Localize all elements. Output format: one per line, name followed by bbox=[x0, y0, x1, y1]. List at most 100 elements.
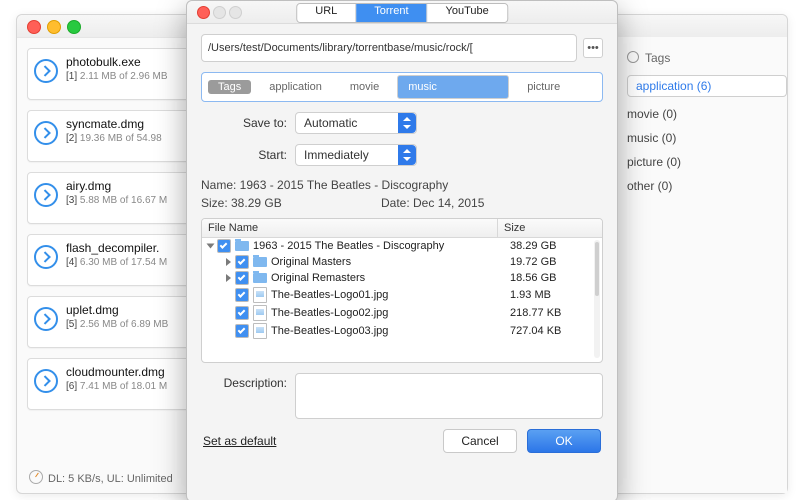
file-size: 19.72 GB bbox=[504, 256, 602, 268]
download-name: uplet.dmg bbox=[66, 303, 190, 317]
file-row[interactable]: 1963 - 2015 The Beatles - Discography 38.… bbox=[202, 238, 602, 254]
folder-icon bbox=[253, 257, 267, 267]
tab-url[interactable]: URL bbox=[297, 4, 356, 22]
torrent-info: Name: 1963 - 2015 The Beatles - Discogra… bbox=[201, 178, 603, 210]
chevron-down-icon bbox=[398, 145, 416, 165]
close-icon[interactable] bbox=[197, 6, 210, 19]
tab-torrent[interactable]: Torrent bbox=[356, 4, 427, 22]
close-icon[interactable] bbox=[27, 20, 41, 34]
download-item[interactable]: cloudmounter.dmg [6] 7.41 MB of 18.01 M bbox=[27, 358, 197, 410]
download-progress-icon bbox=[34, 307, 58, 331]
set-default-link[interactable]: Set as default bbox=[203, 434, 276, 448]
column-file-name[interactable]: File Name bbox=[202, 219, 498, 237]
minimize-icon bbox=[213, 6, 226, 19]
file-name: The-Beatles-Logo01.jpg bbox=[271, 289, 388, 301]
download-progress-icon bbox=[34, 183, 58, 207]
file-icon bbox=[253, 323, 267, 339]
chevron-down-icon bbox=[398, 113, 416, 133]
checkbox[interactable] bbox=[235, 255, 249, 269]
download-progress-icon bbox=[34, 369, 58, 393]
minimize-icon[interactable] bbox=[47, 20, 61, 34]
download-item[interactable]: airy.dmg[3] 5.88 MB of 16.67 M bbox=[27, 172, 197, 224]
download-item[interactable]: photobulk.exe[1] 2.11 MB of 2.96 MB bbox=[27, 48, 197, 100]
file-row[interactable]: The-Beatles-Logo03.jpg 727.04 KB bbox=[202, 322, 602, 340]
file-icon bbox=[253, 287, 267, 303]
file-size: 38.29 GB bbox=[504, 240, 602, 252]
tag-filter[interactable]: music (0) bbox=[627, 131, 787, 145]
file-icon bbox=[253, 305, 267, 321]
file-size: 1.93 MB bbox=[504, 289, 602, 301]
tag-filter[interactable]: other (0) bbox=[627, 179, 787, 193]
save-to-label: Save to: bbox=[201, 116, 287, 130]
file-size: 218.77 KB bbox=[504, 307, 602, 319]
torrent-name: Name: 1963 - 2015 The Beatles - Discogra… bbox=[201, 178, 603, 192]
tag-application[interactable]: application bbox=[259, 80, 332, 94]
file-tree[interactable]: File Name Size 1963 - 2015 The Beatles -… bbox=[201, 218, 603, 363]
tag-movie[interactable]: movie bbox=[340, 80, 389, 94]
download-name: flash_decompiler. bbox=[66, 241, 190, 255]
folder-icon bbox=[253, 273, 267, 283]
download-progress-icon bbox=[34, 59, 58, 83]
ok-button[interactable]: OK bbox=[527, 429, 601, 453]
save-to-select[interactable]: Automatic bbox=[295, 112, 417, 134]
dialog-titlebar: URL Torrent YouTube bbox=[187, 1, 617, 24]
start-label: Start: bbox=[201, 148, 287, 162]
tags-header: Tags bbox=[627, 51, 787, 65]
file-name: The-Beatles-Logo03.jpg bbox=[271, 325, 388, 337]
zoom-icon[interactable] bbox=[67, 20, 81, 34]
disclosure-triangle-icon[interactable] bbox=[207, 244, 215, 249]
download-item[interactable]: uplet.dmg [5] 2.56 MB of 6.89 MB bbox=[27, 296, 197, 348]
file-name: Original Masters bbox=[271, 256, 351, 268]
start-select[interactable]: Immediately bbox=[295, 144, 417, 166]
status-bar: DL: 5 KB/s, UL: Unlimited bbox=[29, 470, 173, 485]
file-name: The-Beatles-Logo02.jpg bbox=[271, 307, 388, 319]
column-size[interactable]: Size bbox=[498, 219, 602, 237]
tag-music[interactable]: music bbox=[397, 75, 509, 99]
torrent-size: Size: 38.29 GB bbox=[201, 196, 381, 210]
source-tabs[interactable]: URL Torrent YouTube bbox=[296, 3, 508, 23]
download-name: syncmate.dmg bbox=[66, 117, 190, 131]
tab-youtube[interactable]: YouTube bbox=[428, 4, 507, 22]
tag-filter[interactable]: application (6) bbox=[627, 75, 787, 97]
download-item[interactable]: syncmate.dmg [2] 19.36 MB of 54.98 bbox=[27, 110, 197, 162]
tag-filter[interactable]: picture (0) bbox=[627, 155, 787, 169]
add-torrent-dialog: URL Torrent YouTube /Users/test/Document… bbox=[186, 0, 618, 500]
file-row[interactable]: The-Beatles-Logo01.jpg 1.93 MB bbox=[202, 286, 602, 304]
cancel-button[interactable]: Cancel bbox=[443, 429, 517, 453]
file-row[interactable]: Original Remasters 18.56 GB bbox=[202, 270, 602, 286]
download-progress: [4] 6.30 MB of 17.54 M bbox=[66, 257, 190, 268]
download-name: cloudmounter.dmg bbox=[66, 365, 190, 379]
path-field[interactable]: /Users/test/Documents/library/torrentbas… bbox=[201, 34, 577, 62]
tag-chooser[interactable]: Tags application movie music picture bbox=[201, 72, 603, 102]
checkbox[interactable] bbox=[235, 324, 249, 338]
download-progress: [6] 7.41 MB of 18.01 M bbox=[66, 381, 190, 392]
disclosure-triangle-icon[interactable] bbox=[226, 274, 231, 282]
checkbox[interactable] bbox=[235, 306, 249, 320]
download-name: photobulk.exe bbox=[66, 55, 190, 69]
tags-sidebar: Tags application (6) movie (0) music (0) pi… bbox=[612, 37, 787, 493]
torrent-date: Date: Dec 14, 2015 bbox=[381, 196, 484, 210]
file-size: 18.56 GB bbox=[504, 272, 602, 284]
file-row[interactable]: The-Beatles-Logo02.jpg 218.77 KB bbox=[202, 304, 602, 322]
download-item[interactable]: flash_decompiler. [4] 6.30 MB of 17.54 M bbox=[27, 234, 197, 286]
browse-button[interactable]: ••• bbox=[583, 38, 603, 58]
file-name: 1963 - 2015 The Beatles - Discography bbox=[253, 240, 444, 252]
download-progress: [3] 5.88 MB of 16.67 M bbox=[66, 195, 190, 206]
checkbox[interactable] bbox=[217, 239, 231, 253]
disclosure-triangle-icon[interactable] bbox=[226, 258, 231, 266]
download-list: photobulk.exe[1] 2.11 MB of 2.96 MB syncm… bbox=[17, 38, 203, 494]
download-progress-icon bbox=[34, 121, 58, 145]
description-field[interactable] bbox=[295, 373, 603, 419]
download-progress: [2] 19.36 MB of 54.98 bbox=[66, 133, 190, 144]
scrollbar[interactable] bbox=[594, 240, 600, 358]
description-label: Description: bbox=[201, 373, 287, 390]
checkbox[interactable] bbox=[235, 271, 249, 285]
checkbox[interactable] bbox=[235, 288, 249, 302]
tag-filter[interactable]: movie (0) bbox=[627, 107, 787, 121]
file-size: 727.04 KB bbox=[504, 325, 602, 337]
file-row[interactable]: Original Masters 19.72 GB bbox=[202, 254, 602, 270]
tag-picture[interactable]: picture bbox=[517, 80, 570, 94]
gauge-icon bbox=[29, 470, 43, 484]
download-progress: [5] 2.56 MB of 6.89 MB bbox=[66, 319, 190, 330]
file-name: Original Remasters bbox=[271, 272, 365, 284]
